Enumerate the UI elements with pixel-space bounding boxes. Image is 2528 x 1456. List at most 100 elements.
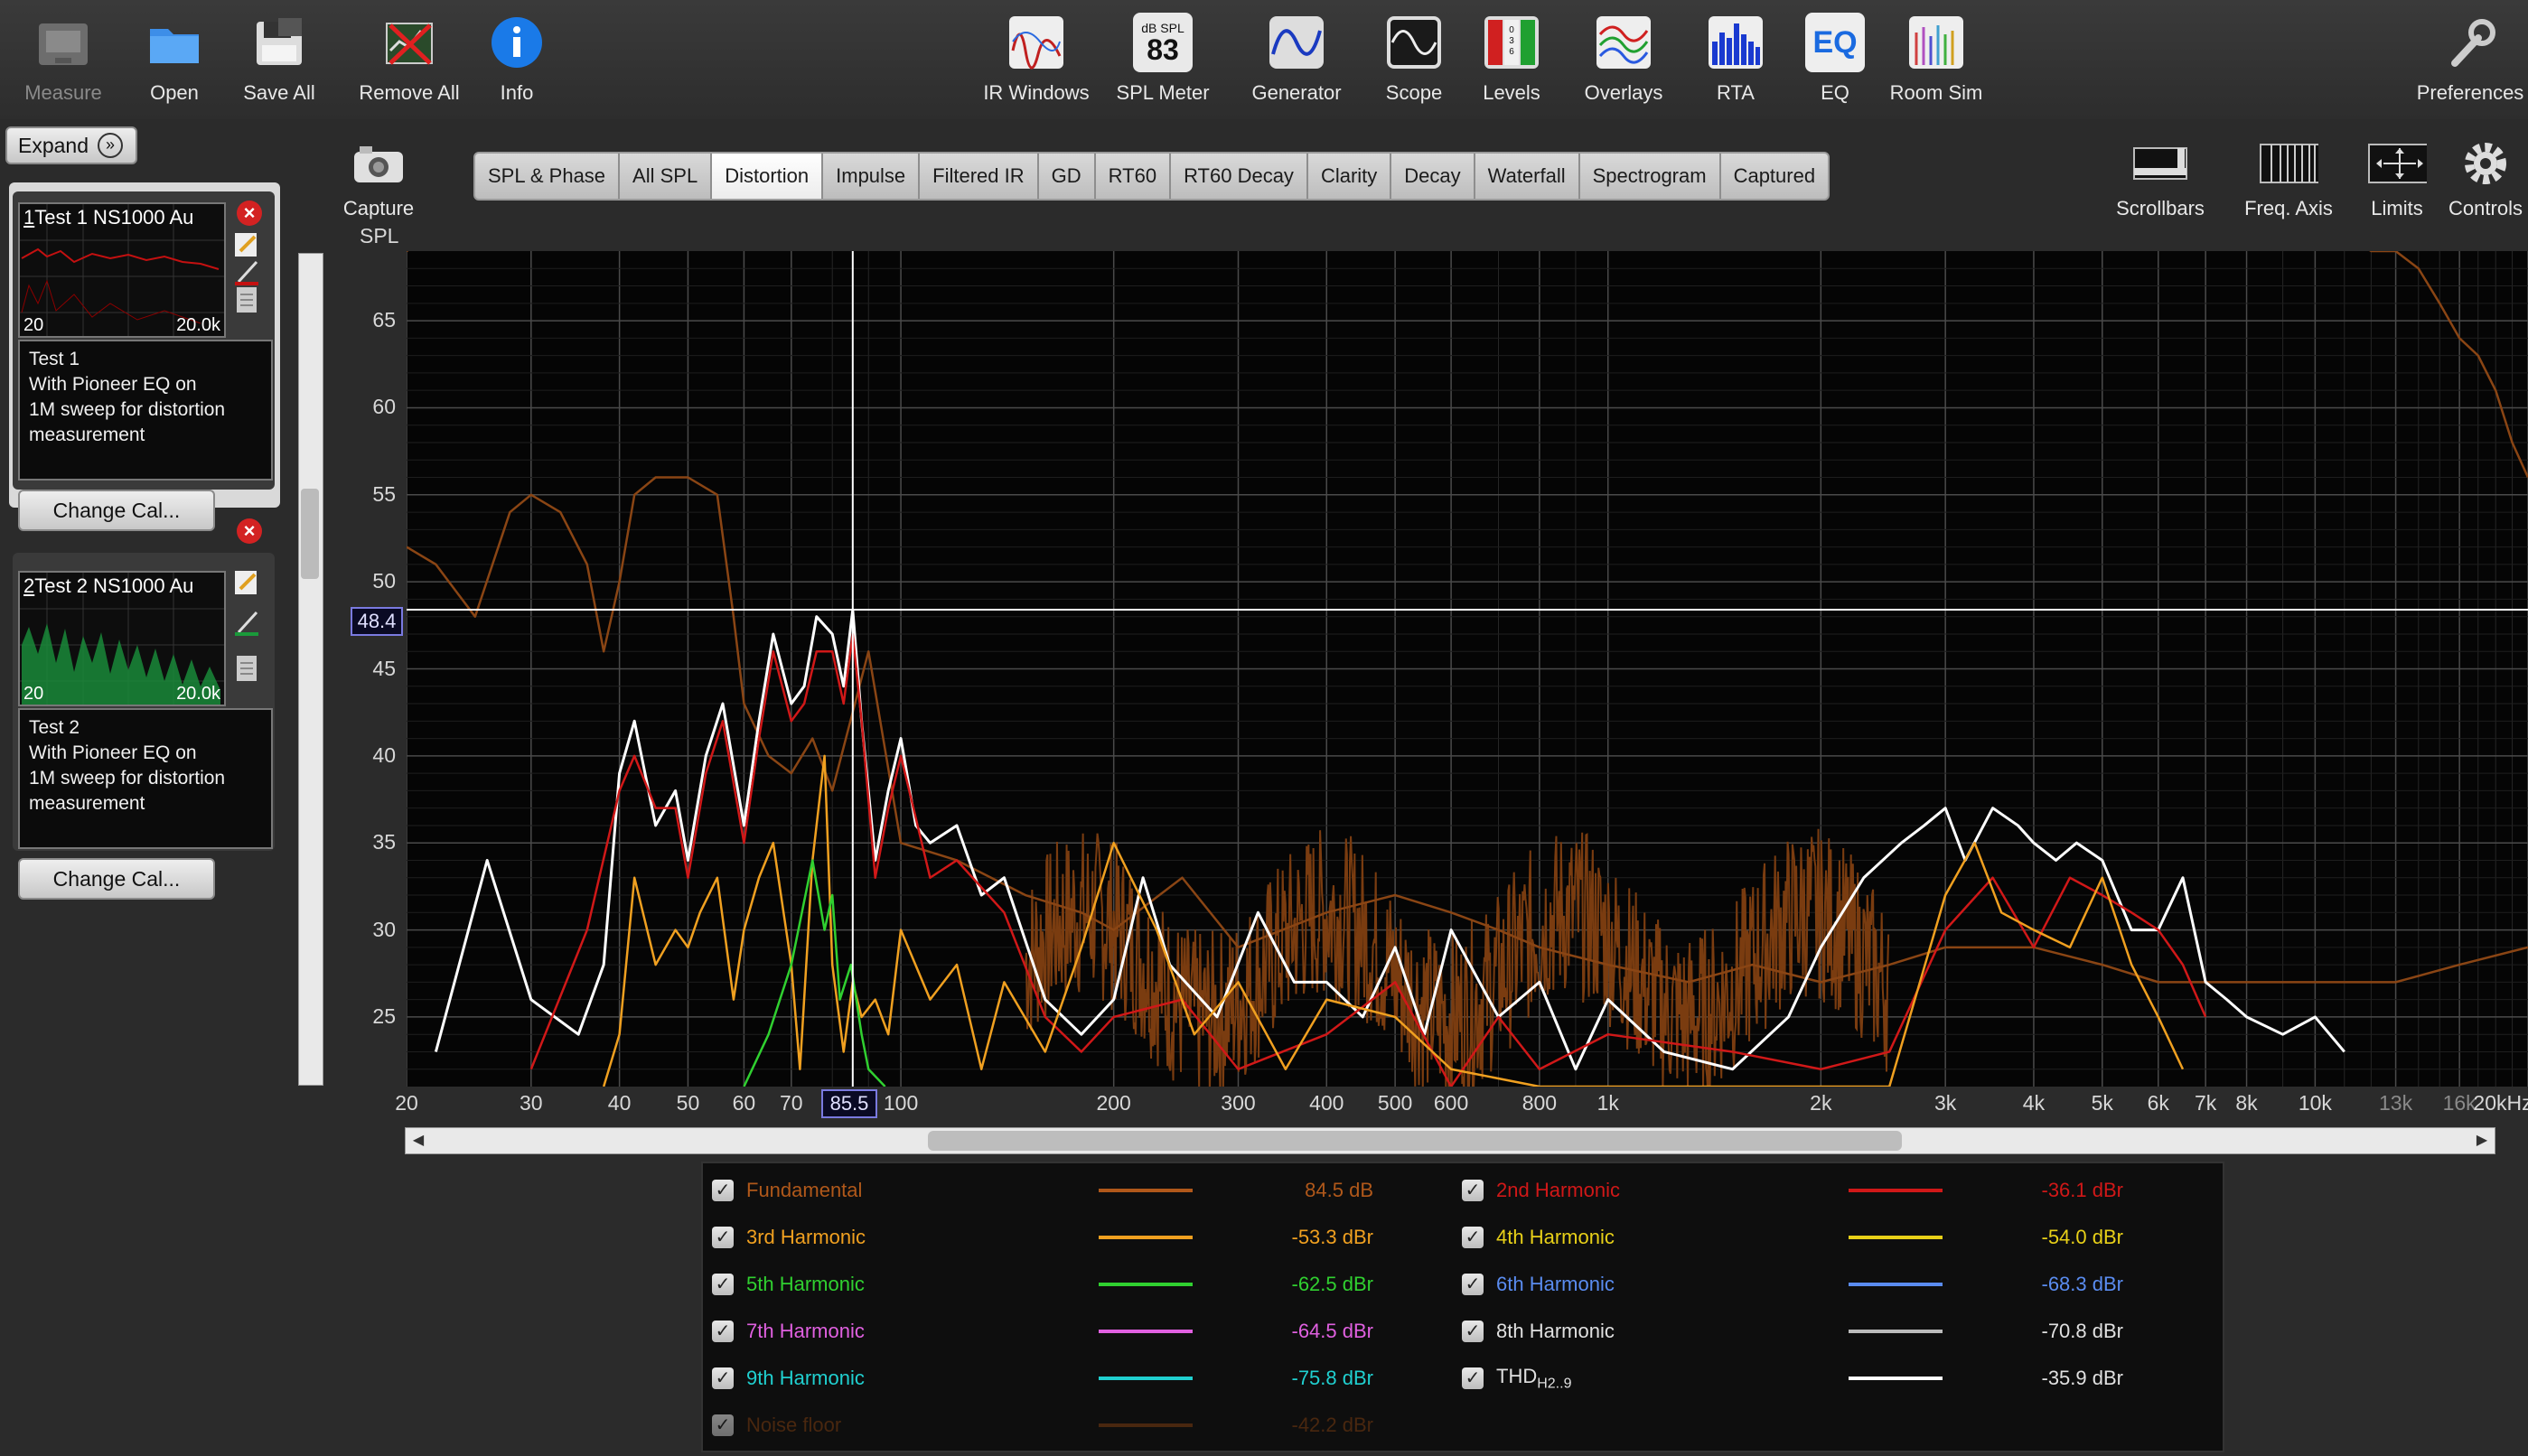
x-tick-label: 6k xyxy=(2147,1091,2169,1115)
checkbox-6th-harmonic[interactable]: ✓ xyxy=(1462,1274,1484,1295)
checkbox-9th-harmonic[interactable]: ✓ xyxy=(712,1367,734,1389)
change-cal-button-1[interactable]: Change Cal... xyxy=(18,490,215,531)
x-tick-label: 16k xyxy=(2442,1091,2477,1115)
notes-2-icon[interactable] xyxy=(231,652,262,683)
checkbox-3rd-harmonic[interactable]: ✓ xyxy=(712,1227,734,1248)
legend-name-text-9th-harmonic: 9th Harmonic xyxy=(746,1367,865,1389)
checkbox-7th-harmonic[interactable]: ✓ xyxy=(712,1321,734,1342)
checkbox-4th-harmonic[interactable]: ✓ xyxy=(1462,1227,1484,1248)
tab-captured[interactable]: Captured xyxy=(1721,154,1829,199)
checkbox-noise-floor[interactable]: ✓ xyxy=(712,1414,734,1436)
legend-name-7th-harmonic: 7th Harmonic xyxy=(746,1320,1072,1343)
edit-measurement-2-icon[interactable] xyxy=(231,567,262,598)
remove-all-label: Remove All xyxy=(359,81,460,104)
spl-meter-label: SPL Meter xyxy=(1116,81,1210,104)
y-tick-label: 35 xyxy=(372,830,396,854)
x-tick-label: 5k xyxy=(2091,1091,2113,1115)
tab-rt60[interactable]: RT60 xyxy=(1096,154,1172,199)
controls-button[interactable]: Controls xyxy=(2436,134,2528,233)
info-button[interactable]: Info xyxy=(449,13,585,112)
capture-button[interactable]: Capture xyxy=(311,134,446,233)
scroll-left-icon[interactable]: ◀ xyxy=(406,1128,431,1153)
wrench-icon xyxy=(2440,13,2500,72)
close-measurement-2-icon[interactable]: × xyxy=(237,518,262,544)
expand-button[interactable]: Expand » xyxy=(5,126,137,164)
legend-name-text-noise-floor: Noise floor xyxy=(746,1414,842,1436)
graph-horizontal-scrollbar[interactable]: ◀ ▶ xyxy=(405,1127,2495,1154)
legend-value-5th-harmonic: -62.5 dBr xyxy=(1291,1273,1374,1295)
eq-icon-text: EQ xyxy=(1812,24,1858,60)
legend-swatch-8th-harmonic xyxy=(1849,1330,1943,1333)
legend-name-text-6th-harmonic: 6th Harmonic xyxy=(1496,1273,1615,1295)
series-thd-h2-9 xyxy=(434,608,2345,1071)
measurement-notes-2[interactable]: Test 2 With Pioneer EQ on 1M sweep for d… xyxy=(18,708,273,849)
measurement-name-2: 2Test 2 NS1000 Au xyxy=(23,574,222,598)
y-tick-label: 50 xyxy=(372,569,396,593)
save-all-button[interactable]: Save All xyxy=(211,13,347,112)
tab-spl-phase[interactable]: SPL & Phase xyxy=(475,154,621,199)
preferences-label: Preferences xyxy=(2416,81,2524,104)
change-cal-button-2[interactable]: Change Cal... xyxy=(18,858,215,900)
y-tick-label: 40 xyxy=(372,742,396,767)
legend-swatch-fundamental xyxy=(1099,1189,1193,1192)
legend-row-5th-harmonic: ✓ 5th Harmonic -62.5 dBr xyxy=(712,1266,1373,1302)
camera-icon xyxy=(349,134,408,193)
x-tick-label: 100 xyxy=(883,1091,919,1115)
legend-row-fundamental: ✓ Fundamental 84.5 dB xyxy=(712,1172,1373,1209)
checkbox-8th-harmonic[interactable]: ✓ xyxy=(1462,1321,1484,1342)
notes-2-line-1: Test 2 xyxy=(29,717,80,738)
svg-text:0: 0 xyxy=(1509,25,1514,35)
tab-waterfall[interactable]: Waterfall xyxy=(1475,154,1580,199)
x-tick-label: 200 xyxy=(1096,1091,1131,1115)
legend-row-8th-harmonic: ✓ 8th Harmonic -70.8 dBr xyxy=(1462,1313,2123,1349)
x-tick-label: 13k xyxy=(2379,1091,2413,1115)
checkbox-fundamental[interactable]: ✓ xyxy=(712,1180,734,1201)
legend-row-3rd-harmonic: ✓ 3rd Harmonic -53.3 dBr xyxy=(712,1219,1373,1255)
tab-impulse[interactable]: Impulse xyxy=(823,154,921,199)
measurement-notes-1[interactable]: Test 1 With Pioneer EQ on 1M sweep for d… xyxy=(18,340,273,481)
checkbox-thd[interactable]: ✓ xyxy=(1462,1367,1484,1389)
legend-name-5th-harmonic: 5th Harmonic xyxy=(746,1273,1072,1296)
edit-measurement-1-icon[interactable] xyxy=(231,229,262,260)
tab-rt60-decay[interactable]: RT60 Decay xyxy=(1171,154,1308,199)
x-tick-label: 20 xyxy=(395,1091,418,1115)
panel-scrollbar-thumb[interactable] xyxy=(301,489,319,579)
tab-distortion[interactable]: Distortion xyxy=(712,154,824,199)
checkbox-5th-harmonic[interactable]: ✓ xyxy=(712,1274,734,1295)
notes-1-icon[interactable] xyxy=(231,284,262,314)
line-color-1-icon[interactable] xyxy=(231,257,262,287)
chevron-right-icon: » xyxy=(98,133,124,158)
ir-windows-button[interactable]: IR Windows xyxy=(969,13,1104,112)
tab-gd[interactable]: GD xyxy=(1039,154,1096,199)
scope-label: Scope xyxy=(1385,81,1443,104)
room-sim-button[interactable]: Room Sim xyxy=(1868,13,2004,112)
preferences-button[interactable]: Preferences xyxy=(2407,13,2528,112)
measurement-thumbnail-2[interactable]: 2Test 2 NS1000 Au 20 20.0k xyxy=(18,571,226,706)
tab-all-spl[interactable]: All SPL xyxy=(620,154,713,199)
tab-filtered-ir[interactable]: Filtered IR xyxy=(920,154,1039,199)
tab-spectrogram[interactable]: Spectrogram xyxy=(1580,154,1721,199)
legend-swatch-thd xyxy=(1849,1377,1943,1380)
panel-scrollbar[interactable] xyxy=(298,253,323,1086)
graph-scrollbar-thumb[interactable] xyxy=(928,1131,1902,1151)
scrollbars-button[interactable]: Scrollbars xyxy=(2093,134,2228,233)
x-tick-label: 8k xyxy=(2235,1091,2258,1115)
room-sim-label: Room Sim xyxy=(1889,81,1983,104)
legend-name-text-3rd-harmonic: 3rd Harmonic xyxy=(746,1226,866,1248)
distortion-graph[interactable] xyxy=(407,251,2528,1087)
line-color-2-icon[interactable] xyxy=(231,607,262,638)
tab-clarity[interactable]: Clarity xyxy=(1308,154,1392,199)
spl-meter-button[interactable]: dB SPL 83 SPL Meter xyxy=(1095,13,1231,112)
measurement-thumbnail-1[interactable]: 1Test 1 NS1000 Au 20 20.0k xyxy=(18,202,226,338)
info-icon xyxy=(487,13,547,72)
tab-decay[interactable]: Decay xyxy=(1391,154,1475,199)
legend-row-noise-floor: ✓ Noise floor -42.2 dBr xyxy=(712,1407,1373,1443)
measurement-name-1: 1Test 1 NS1000 Au xyxy=(23,206,222,229)
legend-subscript-thd: H2..9 xyxy=(1537,1376,1572,1392)
levels-icon: 036 xyxy=(1482,13,1541,72)
checkbox-2nd-harmonic[interactable]: ✓ xyxy=(1462,1180,1484,1201)
close-measurement-1-icon[interactable]: × xyxy=(237,201,262,226)
scrollbars-label: Scrollbars xyxy=(2116,197,2205,219)
scroll-right-icon[interactable]: ▶ xyxy=(2469,1128,2495,1153)
generator-button[interactable]: Generator xyxy=(1229,13,1364,112)
